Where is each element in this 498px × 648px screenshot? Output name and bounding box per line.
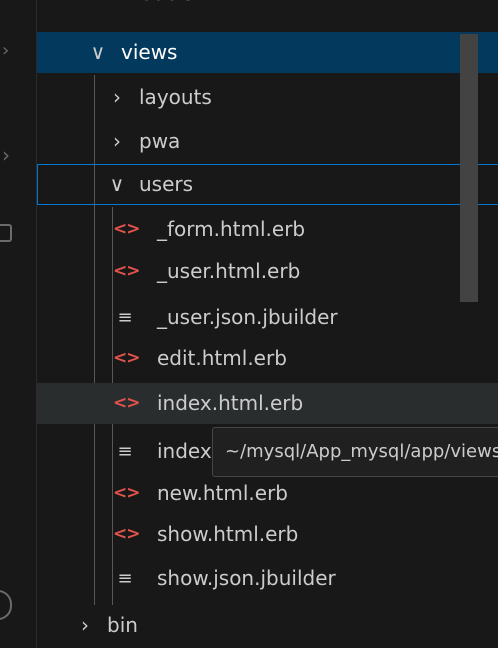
chevron-right-icon: › bbox=[81, 613, 89, 637]
tree-item-views[interactable]: ∨ views bbox=[37, 32, 498, 73]
tooltip-text: ~/mysql/App_mysql/app/views/users/index.… bbox=[225, 441, 498, 462]
tree-item-label: show.json.jbuilder bbox=[157, 566, 336, 590]
tree-item-label: pwa bbox=[139, 129, 181, 153]
tree-item-label: _user.html.erb bbox=[157, 259, 301, 283]
circle-icon[interactable] bbox=[0, 590, 12, 620]
chevron-right-icon: › bbox=[113, 85, 121, 109]
tree-item-index-html-erb[interactable]: <> index.html.erb bbox=[37, 383, 498, 424]
square-icon[interactable] bbox=[0, 224, 12, 242]
tree-item-layouts[interactable]: › layouts bbox=[37, 77, 498, 118]
tree-item-label: _user.json.jbuilder bbox=[157, 305, 338, 329]
text-file-icon: ≡ bbox=[117, 568, 133, 589]
tree-item-show-html-erb[interactable]: <> show.html.erb bbox=[37, 514, 498, 555]
erb-file-icon: <> bbox=[113, 483, 141, 503]
tree-item-pwa[interactable]: › pwa bbox=[37, 121, 498, 162]
tree-item-label: show.html.erb bbox=[157, 522, 299, 546]
tree-item-label: views bbox=[121, 40, 178, 64]
tree-item-label: bin bbox=[107, 613, 138, 637]
erb-file-icon: <> bbox=[113, 348, 141, 368]
collapse-arrow-icon[interactable]: › bbox=[2, 40, 9, 61]
activity-bar: › › bbox=[0, 0, 36, 648]
tree-item-form-html-erb[interactable]: <> _form.html.erb bbox=[37, 209, 498, 250]
chevron-right-icon[interactable]: › bbox=[2, 143, 10, 167]
tree-item-user-html-erb[interactable]: <> _user.html.erb bbox=[37, 251, 498, 292]
chevron-down-icon: ∨ bbox=[90, 40, 106, 64]
tree-item-label: index.html.erb bbox=[157, 391, 304, 415]
tree-item-label: new.html.erb bbox=[157, 481, 288, 505]
tree-item-label: _form.html.erb bbox=[157, 217, 306, 241]
explorer-sidebar: models ∨ views › layouts › pwa ∨ users <… bbox=[36, 0, 498, 648]
tree-item-label: layouts bbox=[139, 85, 212, 109]
tree-item-edit-html-erb[interactable]: <> edit.html.erb bbox=[37, 338, 498, 379]
text-file-icon: ≡ bbox=[117, 307, 133, 328]
tree-item-label: edit.html.erb bbox=[157, 346, 287, 370]
vertical-scrollbar-thumb[interactable] bbox=[460, 34, 478, 302]
tree-item-show-json-jbuilder[interactable]: ≡ show.json.jbuilder bbox=[37, 558, 498, 599]
erb-file-icon: <> bbox=[113, 524, 141, 544]
erb-file-icon: <> bbox=[113, 261, 141, 281]
tree-item-label: models bbox=[121, 0, 194, 14]
erb-file-icon: <> bbox=[113, 393, 141, 413]
path-tooltip: ~/mysql/App_mysql/app/views/users/index.… bbox=[212, 427, 498, 477]
chevron-right-icon: › bbox=[113, 129, 121, 153]
tree-item-models[interactable]: models bbox=[37, 0, 498, 14]
tree-item-user-json-jbuilder[interactable]: ≡ _user.json.jbuilder bbox=[37, 297, 498, 338]
tree-item-users[interactable]: ∨ users bbox=[37, 164, 498, 205]
chevron-down-icon: ∨ bbox=[109, 172, 125, 196]
tree-item-new-html-erb[interactable]: <> new.html.erb bbox=[37, 473, 498, 514]
tree-item-label: users bbox=[139, 172, 194, 196]
tree-item-bin[interactable]: › bin bbox=[37, 605, 498, 646]
text-file-icon: ≡ bbox=[117, 441, 133, 462]
erb-file-icon: <> bbox=[113, 219, 141, 239]
